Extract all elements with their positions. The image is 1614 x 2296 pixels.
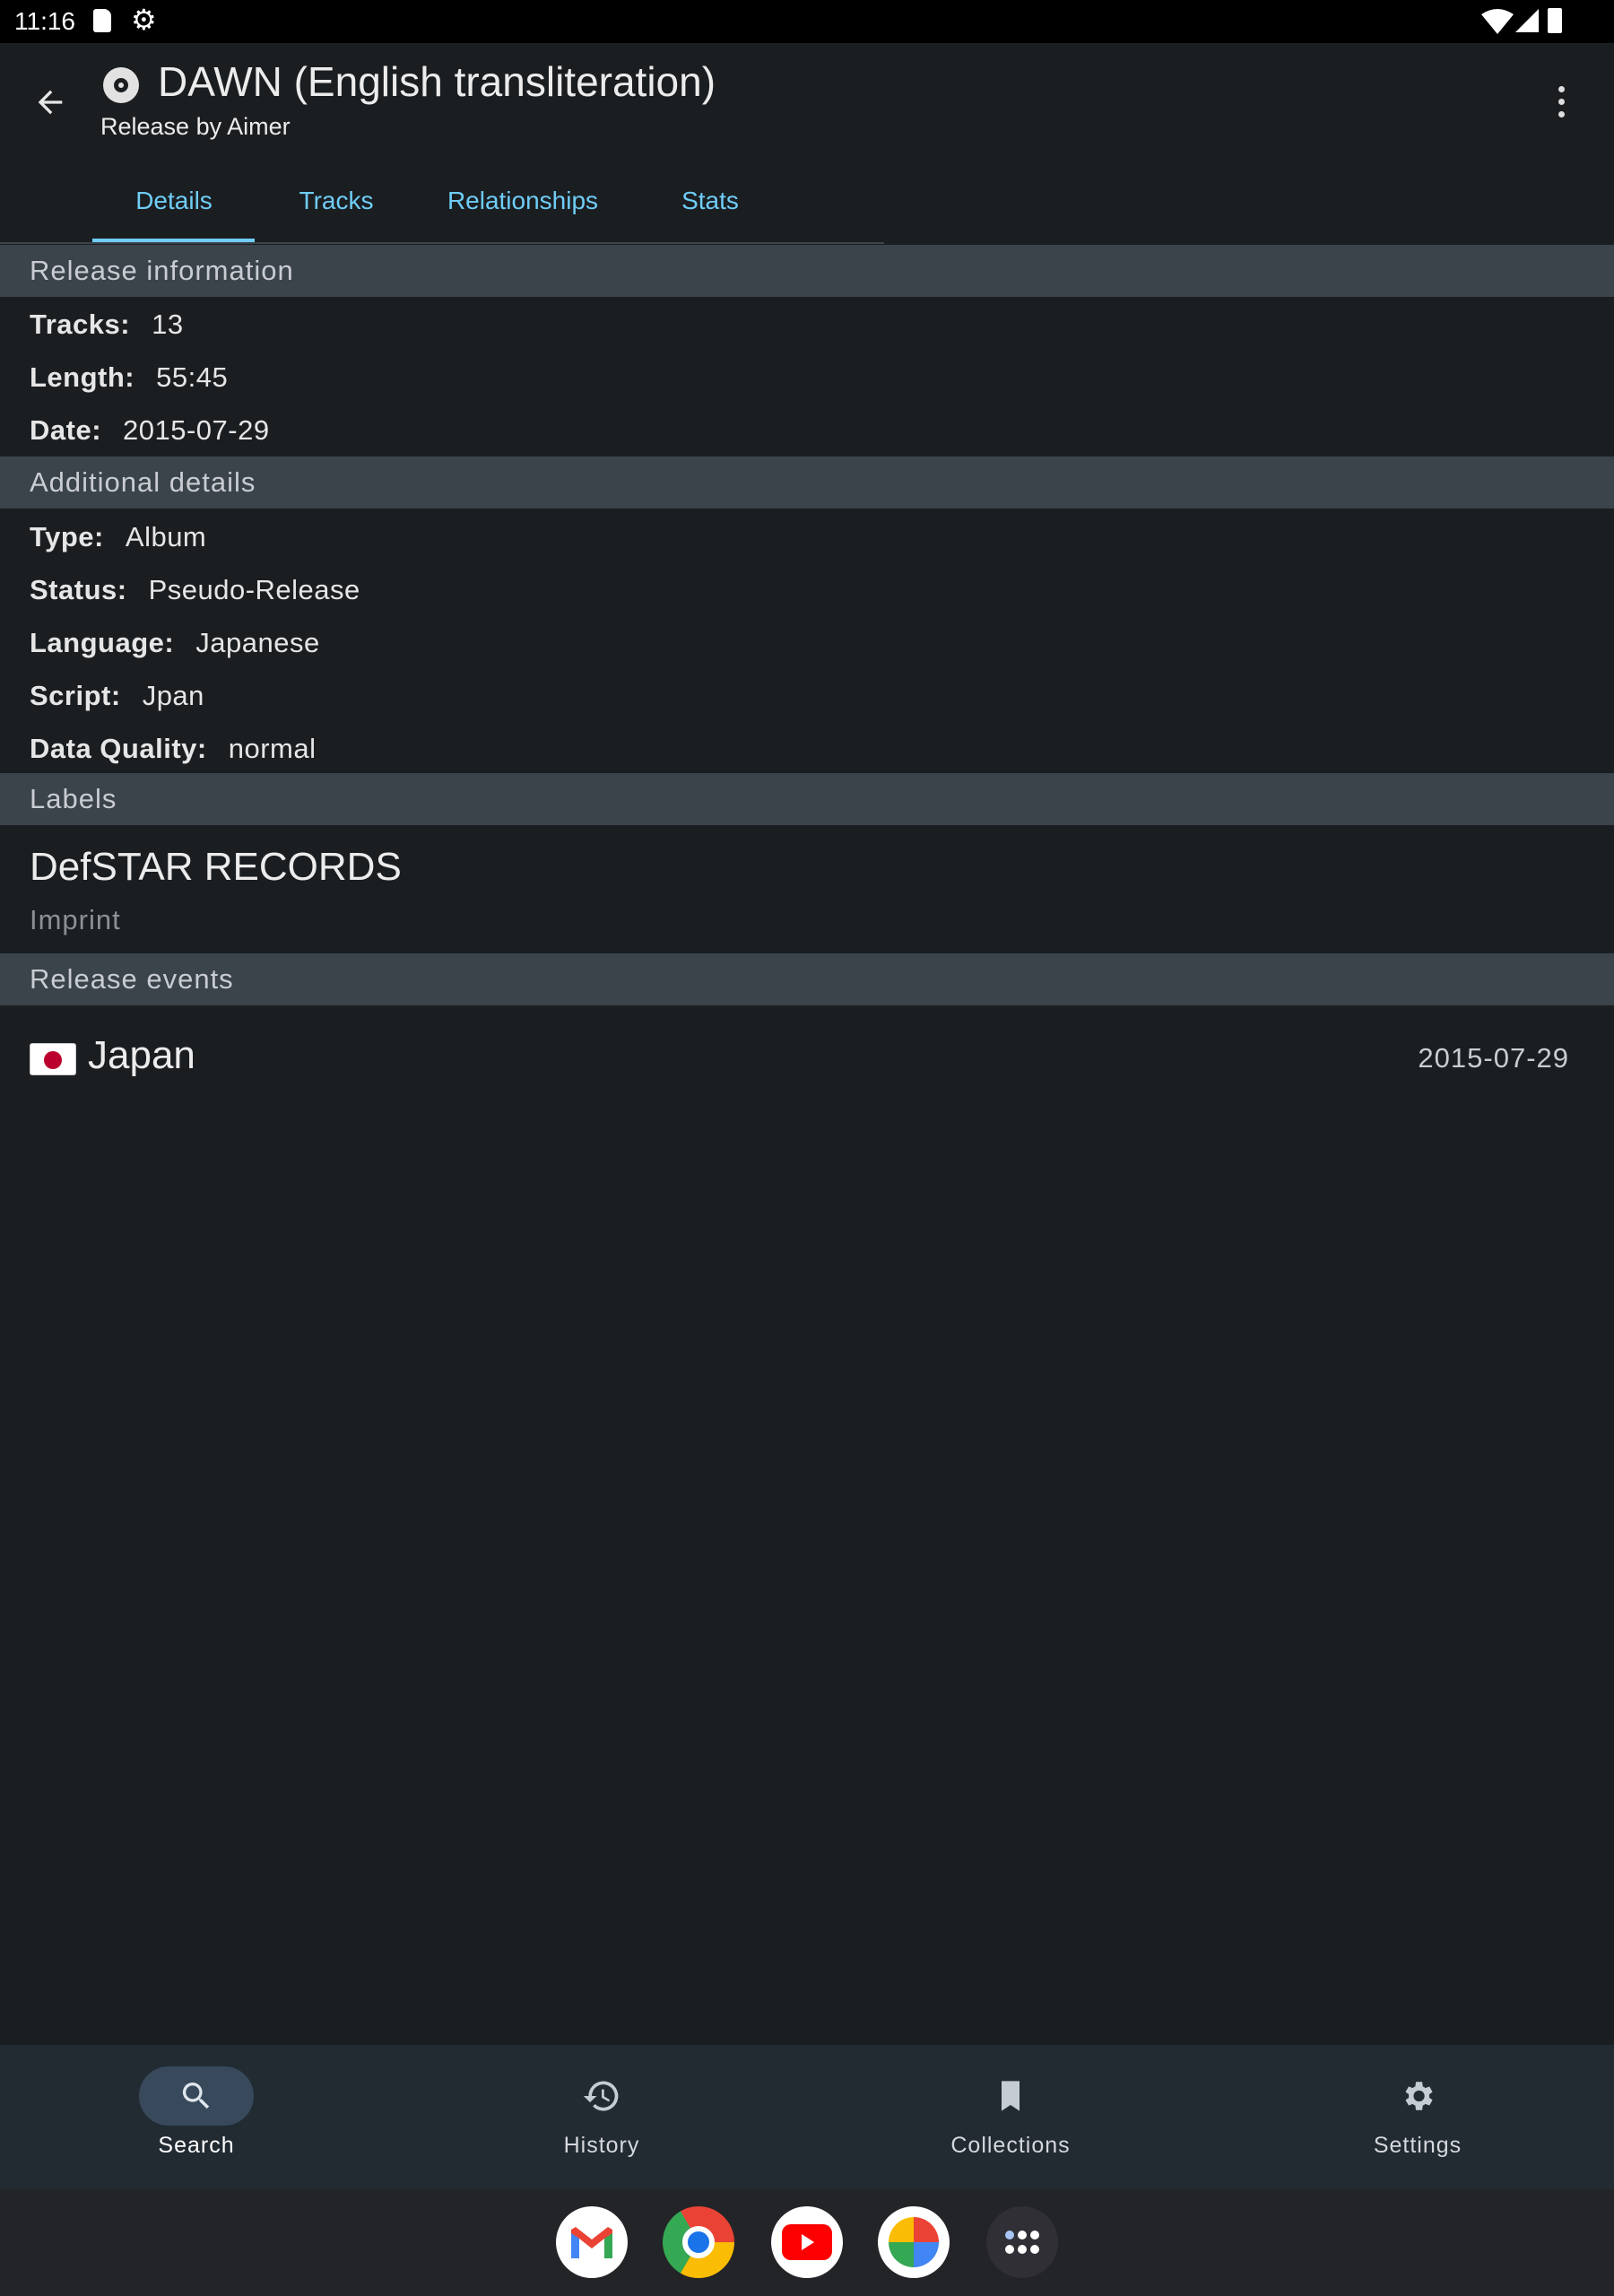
youtube-icon[interactable] [771, 2206, 843, 2278]
gear-icon [1405, 2082, 1433, 2110]
japan-flag-icon [30, 1043, 76, 1075]
nav-settings[interactable]: Settings [1283, 2045, 1552, 2189]
row-script: Script: Jpan [30, 669, 204, 722]
release-event-item[interactable]: Japan 2015-07-29 [0, 1006, 1614, 1110]
debug-icon: ⚙ [131, 4, 157, 36]
back-arrow-icon[interactable] [32, 84, 68, 120]
nav-search[interactable]: Search [62, 2045, 331, 2189]
row-label: Length: [30, 361, 135, 393]
tab-tracks[interactable]: Tracks [299, 187, 374, 215]
row-label: Status: [30, 574, 127, 605]
row-date: Date: 2015-07-29 [30, 404, 270, 457]
disc-icon [103, 67, 139, 103]
row-value: Pseudo-Release [148, 574, 360, 605]
row-value: Japanese [195, 627, 320, 658]
page-subtitle: Release by Aimer [100, 113, 291, 140]
row-label: Date: [30, 414, 102, 446]
gmail-icon[interactable] [556, 2206, 628, 2278]
nav-history[interactable]: History [467, 2045, 736, 2189]
app-drawer-icon[interactable] [986, 2206, 1058, 2278]
row-label: Data Quality: [30, 733, 207, 764]
row-value: normal [228, 733, 317, 764]
row-type: Type: Album [30, 510, 206, 563]
chrome-icon[interactable] [663, 2206, 734, 2278]
tab-details[interactable]: Details [135, 187, 213, 215]
row-value: Jpan [142, 680, 204, 711]
tab-stats[interactable]: Stats [681, 187, 739, 215]
nav-label: Collections [950, 2133, 1071, 2158]
status-bar: 11:16 ⚙ [0, 0, 1614, 43]
row-length: Length: 55:45 [30, 351, 228, 404]
signal-icon [1515, 9, 1539, 32]
event-date: 2015-07-29 [1418, 1042, 1569, 1074]
row-value: 55:45 [156, 361, 229, 393]
label-item[interactable]: DefSTAR RECORDS Imprint [0, 825, 1614, 953]
app-bar: DAWN (English transliteration) Release b… [0, 43, 1614, 244]
launcher-dock [0, 2189, 1614, 2296]
section-header-labels: Labels [0, 773, 1614, 825]
nav-label: History [563, 2133, 640, 2158]
tab-relationships[interactable]: Relationships [447, 187, 598, 215]
row-label: Language: [30, 627, 175, 658]
label-type: Imprint [30, 904, 121, 935]
row-value: Album [125, 521, 207, 552]
tab-divider [0, 242, 884, 244]
row-label: Script: [30, 680, 121, 711]
section-header-additional-details: Additional details [0, 457, 1614, 509]
sd-card-icon [93, 9, 111, 32]
row-value: 13 [152, 309, 184, 340]
row-label: Tracks: [30, 309, 131, 340]
bookmark-icon [1002, 2081, 1020, 2111]
row-tracks: Tracks: 13 [30, 298, 184, 351]
row-value: 2015-07-29 [123, 414, 270, 446]
nav-collections[interactable]: Collections [876, 2045, 1145, 2189]
section-header-release-events: Release events [0, 953, 1614, 1005]
history-icon [583, 2081, 619, 2111]
row-language: Language: Japanese [30, 616, 320, 669]
row-data-quality: Data Quality: normal [30, 722, 316, 775]
section-header-release-information: Release information [0, 245, 1614, 297]
more-options-icon[interactable] [1557, 84, 1566, 120]
event-country: Japan [88, 1033, 195, 1077]
wifi-icon [1481, 9, 1514, 34]
page-title: DAWN (English transliteration) [158, 58, 716, 105]
row-status: Status: Pseudo-Release [30, 563, 360, 616]
label-name: DefSTAR RECORDS [30, 845, 402, 889]
nav-label: Settings [1373, 2133, 1462, 2158]
bottom-navigation: Search History Collections Settings [0, 2045, 1614, 2189]
nav-label: Search [158, 2133, 235, 2158]
battery-icon [1548, 8, 1562, 33]
search-icon [182, 2083, 210, 2109]
status-time: 11:16 [14, 7, 75, 35]
row-label: Type: [30, 521, 104, 552]
photos-icon[interactable] [878, 2206, 950, 2278]
